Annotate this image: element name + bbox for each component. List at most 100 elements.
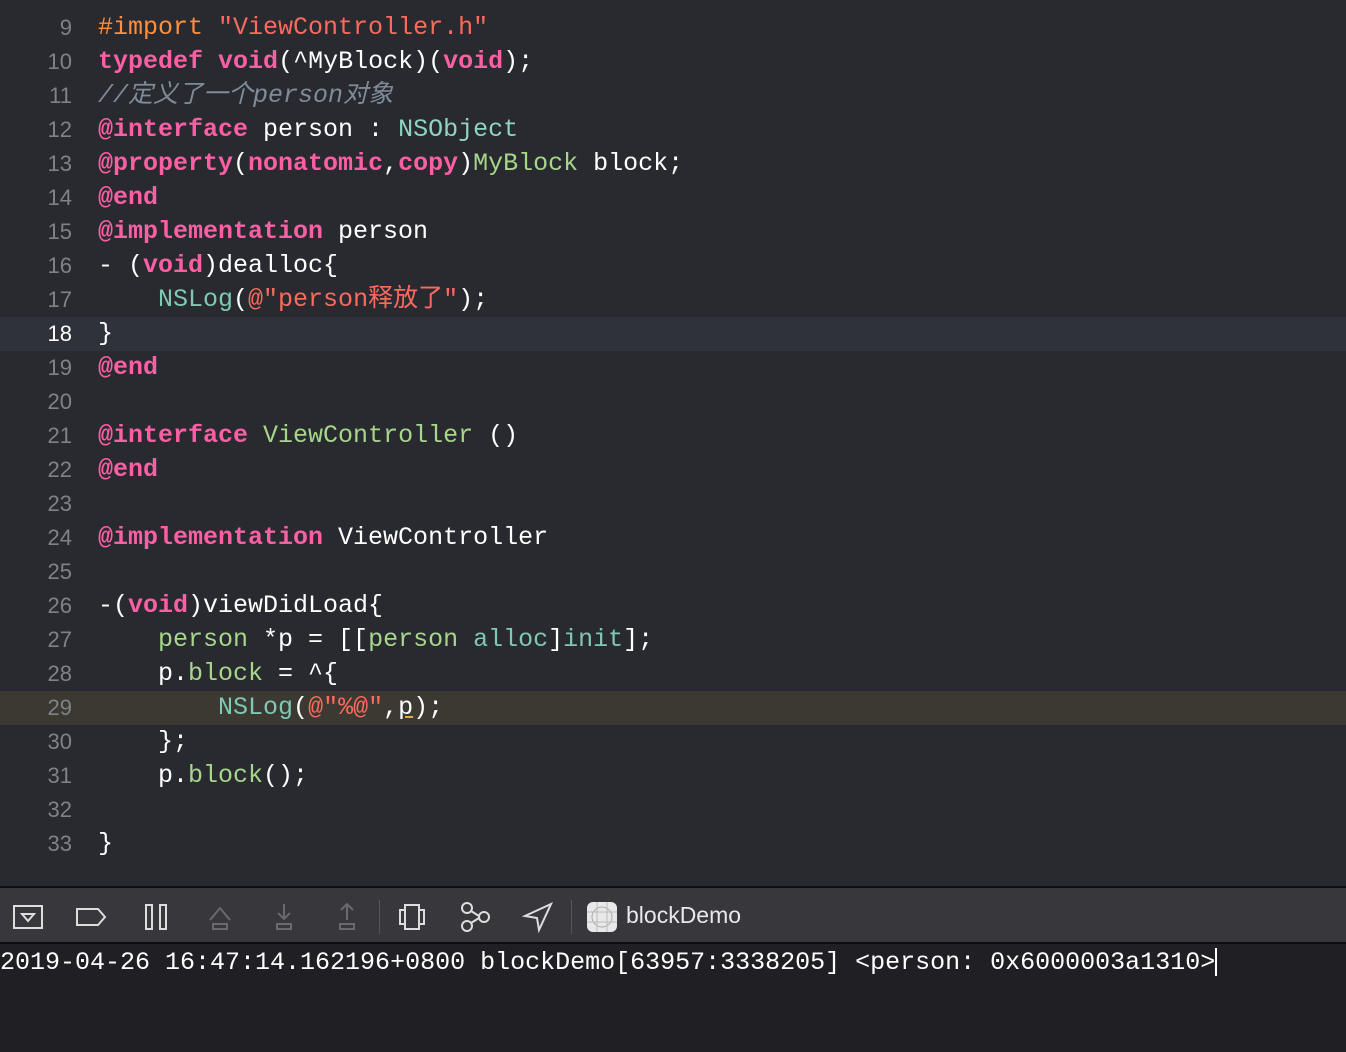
line-number[interactable]: 26 <box>12 589 72 623</box>
code-line[interactable]: 27 person *p = [[person alloc]init]; <box>0 623 1346 657</box>
step-out-icon <box>339 902 355 930</box>
line-number[interactable]: 30 <box>12 725 72 759</box>
code-text: }; <box>98 725 188 759</box>
line-number[interactable]: 12 <box>12 113 72 147</box>
code-token: block; <box>578 149 684 178</box>
memory-graph-button[interactable] <box>458 900 492 934</box>
code-line[interactable]: 31 p.block(); <box>0 759 1346 793</box>
code-line[interactable]: 33} <box>0 827 1346 861</box>
line-number[interactable]: 27 <box>12 623 72 657</box>
line-number[interactable]: 23 <box>12 487 72 521</box>
line-number[interactable]: 14 <box>12 181 72 215</box>
line-number[interactable]: 16 <box>12 249 72 283</box>
code-token: ( <box>233 149 249 178</box>
code-token: (^MyBlock)( <box>278 47 444 76</box>
code-token: , <box>383 693 399 722</box>
breakpoints-button[interactable] <box>74 900 108 934</box>
code-line[interactable]: 16 - (void)dealloc{ <box>0 249 1346 283</box>
view-debugger-button[interactable] <box>395 900 429 934</box>
code-line[interactable]: 30 }; <box>0 725 1346 759</box>
code-text: -(void)viewDidLoad{ <box>98 589 383 623</box>
code-line[interactable]: 32 <box>0 793 1346 827</box>
line-number[interactable]: 28 <box>12 657 72 691</box>
step-into-icon <box>276 904 292 930</box>
code-line[interactable]: 20 <box>0 385 1346 419</box>
line-number[interactable]: 31 <box>12 759 72 793</box>
step-out-button[interactable] <box>330 900 364 934</box>
line-number[interactable]: 10 <box>12 45 72 79</box>
step-over-button[interactable] <box>203 900 237 934</box>
code-text: p.block = ^{ <box>98 657 338 691</box>
code-line[interactable]: 21 @interface ViewController () <box>0 419 1346 453</box>
line-number[interactable]: 22 <box>12 453 72 487</box>
code-line[interactable]: 22 @end <box>0 453 1346 487</box>
source-editor[interactable]: 9 #import "ViewController.h" 10 typedef voi… <box>0 0 1346 886</box>
location-arrow-icon <box>522 901 554 933</box>
line-number[interactable]: 17 <box>12 283 72 317</box>
code-line[interactable]: 26 -(void)viewDidLoad{ <box>0 589 1346 623</box>
code-text: #import "ViewController.h" <box>98 11 488 45</box>
line-number[interactable]: 24 <box>12 521 72 555</box>
line-number[interactable]: 19 <box>12 351 72 385</box>
hide-debug-area-button[interactable] <box>11 900 45 934</box>
pause-button[interactable] <box>139 900 173 934</box>
code-line[interactable]: 28 p.block = ^{ <box>0 657 1346 691</box>
code-token: }; <box>98 727 189 756</box>
code-line[interactable]: 14 @end <box>0 181 1346 215</box>
code-token: *p = [[ <box>248 625 369 654</box>
console-output[interactable]: 2019-04-26 16:47:14.162196+0800 blockDem… <box>0 944 1346 1052</box>
line-number[interactable]: 20 <box>12 385 72 419</box>
text-cursor <box>1215 948 1218 977</box>
line-number[interactable]: 25 <box>12 555 72 589</box>
code-text: @end <box>98 181 158 215</box>
line-number[interactable]: 29 <box>12 691 72 725</box>
breakpoint-icon <box>76 908 107 926</box>
code-line[interactable]: 23 <box>0 487 1346 521</box>
code-line[interactable]: 24 @implementation ViewController <box>0 521 1346 555</box>
code-line[interactable]: 10 typedef void(^MyBlock)(void); <box>0 45 1346 79</box>
code-token: void <box>143 251 204 280</box>
line-number[interactable]: 21 <box>12 419 72 453</box>
code-token: @interface <box>98 421 249 450</box>
code-token: @"%@" <box>308 693 384 722</box>
code-token: void <box>128 591 189 620</box>
code-line[interactable]: 11 //定义了一个person对象 <box>0 79 1346 113</box>
code-line[interactable]: 25 <box>0 555 1346 589</box>
line-number[interactable]: 15 <box>12 215 72 249</box>
code-token: alloc <box>473 625 549 654</box>
code-line[interactable]: 12 @interface person : NSObject <box>0 113 1346 147</box>
line-number[interactable]: 32 <box>12 793 72 827</box>
code-token: @property <box>98 149 234 178</box>
code-line[interactable]: 13 @property(nonatomic,copy)MyBlock block… <box>0 147 1346 181</box>
code-token: @"person释放了" <box>248 285 459 314</box>
step-into-button[interactable] <box>267 900 301 934</box>
line-number[interactable]: 13 <box>12 147 72 181</box>
code-token: init <box>563 625 624 654</box>
code-token: NSObject <box>398 115 519 144</box>
code-line[interactable]: 19 @end <box>0 351 1346 385</box>
app-name-label[interactable]: blockDemo <box>626 902 741 929</box>
code-token: @end <box>98 455 159 484</box>
code-line[interactable]: 29 NSLog(@"%@",p); <box>0 691 1346 725</box>
toolbar-divider <box>379 900 380 934</box>
code-line[interactable]: 18} <box>0 317 1346 351</box>
code-token: ); <box>503 47 534 76</box>
memory-graph-icon <box>461 902 490 932</box>
code-text: @implementation person <box>98 215 428 249</box>
line-number[interactable]: 11 <box>12 79 72 113</box>
code-text: person *p = [[person alloc]init]; <box>98 623 653 657</box>
code-line[interactable]: 17 NSLog(@"person释放了"); <box>0 283 1346 317</box>
line-number[interactable]: 9 <box>12 11 72 45</box>
simulate-location-button[interactable] <box>521 900 555 934</box>
line-number[interactable]: 33 <box>12 827 72 861</box>
code-token: NSLog <box>218 693 294 722</box>
code-token: NSLog <box>158 285 234 314</box>
code-token: person : <box>248 115 399 144</box>
code-token: @end <box>98 353 159 382</box>
code-line[interactable]: 15 @implementation person <box>0 215 1346 249</box>
line-number[interactable]: 18 <box>12 317 72 351</box>
code-line[interactable]: 9 #import "ViewController.h" <box>0 11 1346 45</box>
